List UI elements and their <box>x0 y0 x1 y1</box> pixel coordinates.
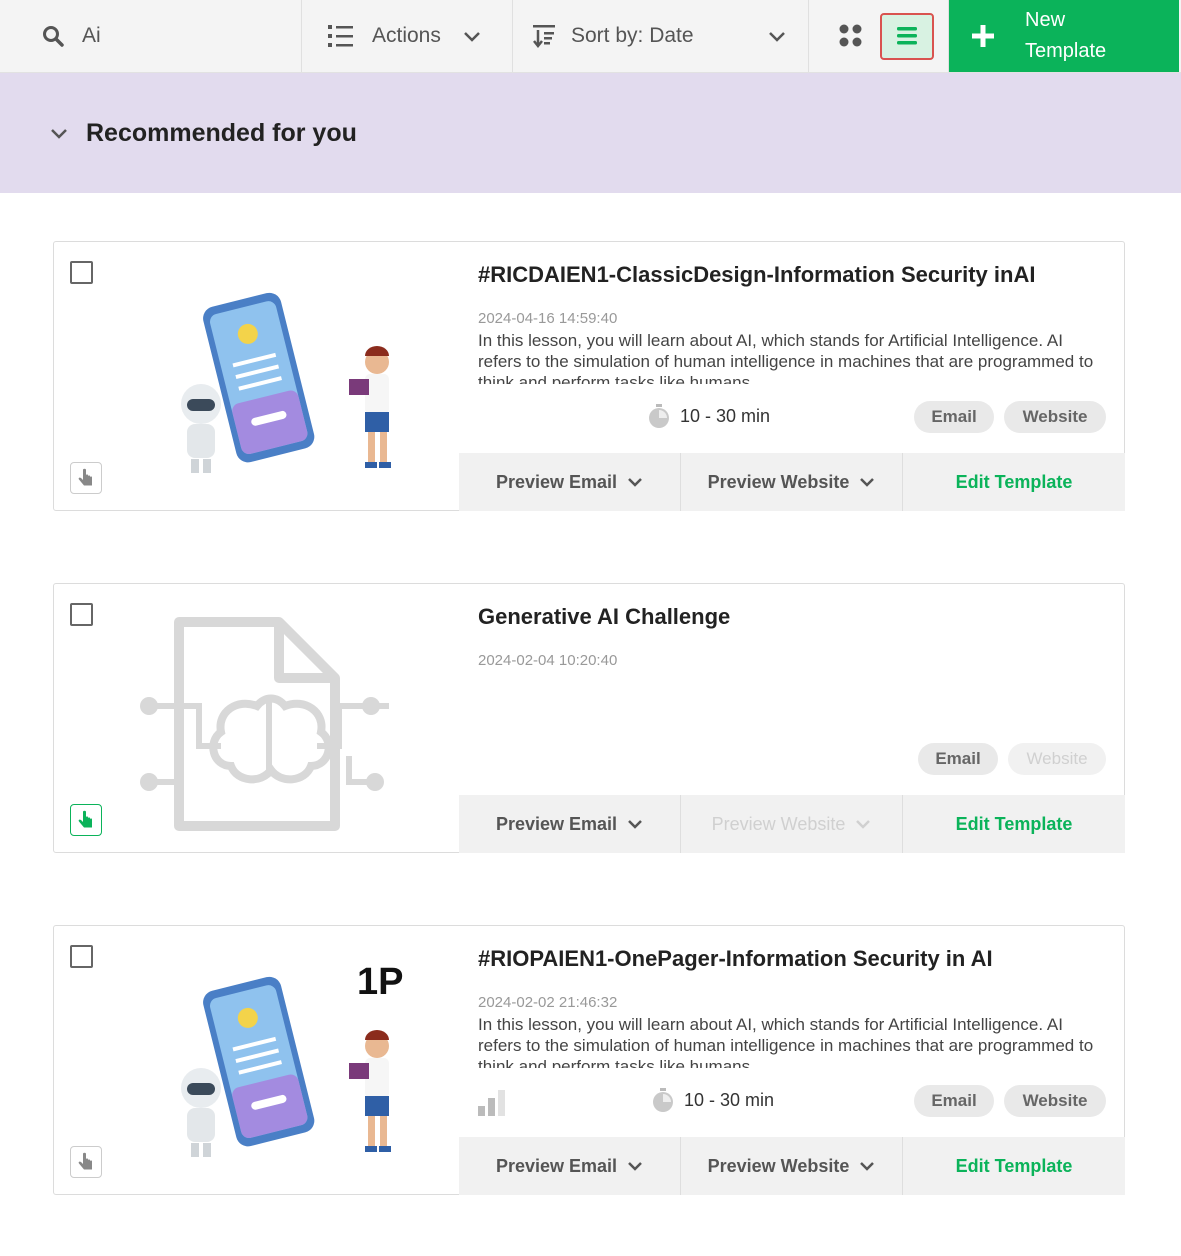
select-checkbox[interactable] <box>70 603 93 626</box>
search-box[interactable]: Ai <box>0 0 302 72</box>
template-description: In this lesson, you will learn about AI,… <box>478 331 1094 384</box>
preview-website-label: Preview Website <box>711 813 846 834</box>
email-tag: Email <box>918 743 998 775</box>
duration-text: 10 - 30 min <box>680 405 771 426</box>
preview-website-button-disabled: Preview Website <box>681 795 903 853</box>
card-actions: Preview Email Preview Website Edit Templ… <box>459 453 1125 511</box>
select-checkbox[interactable] <box>70 261 93 284</box>
template-title[interactable]: #RICDAIEN1-ClassicDesign-Information Sec… <box>478 262 1035 288</box>
actions-label: Actions <box>372 24 441 47</box>
template-title[interactable]: Generative AI Challenge <box>478 604 730 630</box>
template-thumbnail: 1P <box>181 961 403 1157</box>
chevron-down-icon <box>628 1161 642 1171</box>
preview-email-label: Preview Email <box>495 1155 618 1176</box>
template-card: 1P #RIOPAIEN1-OnePager-Information Secur… <box>53 925 1125 1195</box>
actions-dropdown[interactable]: Actions <box>302 0 513 72</box>
preview-website-label: Preview Website <box>707 1155 850 1176</box>
sort-label: Sort by: Date <box>571 24 694 47</box>
touch-icon <box>78 810 92 828</box>
touch-icon <box>78 468 92 486</box>
new-template-label: New Template <box>1025 9 1107 62</box>
duration-text: 10 - 30 min <box>684 1089 775 1110</box>
recommended-section-header[interactable]: Recommended for you <box>0 73 1181 193</box>
chevron-down-icon <box>860 477 875 487</box>
template-title[interactable]: #RIOPAIEN1-OnePager-Information Security… <box>478 946 993 972</box>
chevron-down-icon <box>628 477 642 487</box>
card-actions: Preview Email Preview Website Edit Templ… <box>459 1137 1125 1195</box>
sort-icon <box>533 25 555 48</box>
touch-icon <box>78 1152 92 1170</box>
preview-email-button[interactable]: Preview Email <box>459 795 681 853</box>
website-tag-disabled: Website <box>1008 743 1106 775</box>
duration: 10 - 30 min <box>648 404 770 428</box>
stopwatch-icon <box>649 404 669 428</box>
search-input[interactable]: Ai <box>82 24 101 48</box>
website-tag: Website <box>1004 401 1106 433</box>
edit-template-button[interactable]: Edit Template <box>903 795 1125 853</box>
touch-badge <box>70 804 102 836</box>
new-template-button[interactable]: New Template <box>949 0 1179 72</box>
touch-badge <box>70 1146 102 1178</box>
plus-icon <box>972 25 994 47</box>
list-icon <box>328 25 353 47</box>
preview-website-button[interactable]: Preview Website <box>681 453 903 511</box>
list-view-button[interactable] <box>880 12 934 60</box>
stopwatch-icon <box>653 1088 673 1112</box>
list-view-icon <box>897 27 917 45</box>
template-description: In this lesson, you will learn about AI,… <box>478 1015 1094 1068</box>
template-date: 2024-02-04 10:20:40 <box>478 652 618 669</box>
chevron-down-icon <box>860 1161 875 1171</box>
template-thumbnail <box>181 292 391 473</box>
email-tag: Email <box>914 401 994 433</box>
search-icon <box>43 26 64 47</box>
select-checkbox[interactable] <box>70 945 93 968</box>
preview-email-label: Preview Email <box>495 471 618 492</box>
template-card: #RICDAIEN1-ClassicDesign-Information Sec… <box>53 241 1125 511</box>
website-tag: Website <box>1004 1085 1106 1117</box>
chevron-down-icon[interactable] <box>50 127 68 139</box>
chevron-down-icon <box>628 819 642 829</box>
toolbar: Ai Actions Sort by: Date New Template <box>0 0 1181 73</box>
sort-dropdown[interactable]: Sort by: Date <box>513 0 809 72</box>
one-pager-badge: 1P <box>357 961 403 1003</box>
preview-email-button[interactable]: Preview Email <box>459 453 681 511</box>
template-date: 2024-04-16 14:59:40 <box>478 310 618 327</box>
card-actions: Preview Email Preview Website Edit Templ… <box>459 795 1125 853</box>
preview-website-button[interactable]: Preview Website <box>681 1137 903 1195</box>
grid-view-icon[interactable] <box>839 24 863 48</box>
email-tag: Email <box>914 1085 994 1117</box>
ai-document-placeholder-icon <box>140 617 389 831</box>
touch-badge <box>70 462 102 494</box>
difficulty-bars-icon <box>478 1090 505 1116</box>
edit-template-button[interactable]: Edit Template <box>903 453 1125 511</box>
chevron-down-icon <box>463 32 480 42</box>
template-date: 2024-02-02 21:46:32 <box>478 994 618 1011</box>
preview-email-button[interactable]: Preview Email <box>459 1137 681 1195</box>
section-title: Recommended for you <box>86 118 357 147</box>
edit-template-button[interactable]: Edit Template <box>903 1137 1125 1195</box>
chevron-down-icon <box>856 819 871 829</box>
template-card: Generative AI Challenge 2024-02-04 10:20… <box>53 583 1125 853</box>
preview-email-label: Preview Email <box>495 813 618 834</box>
view-toggle <box>809 0 949 72</box>
preview-website-label: Preview Website <box>707 471 850 492</box>
chevron-down-icon <box>768 32 785 42</box>
duration: 10 - 30 min <box>652 1088 774 1112</box>
